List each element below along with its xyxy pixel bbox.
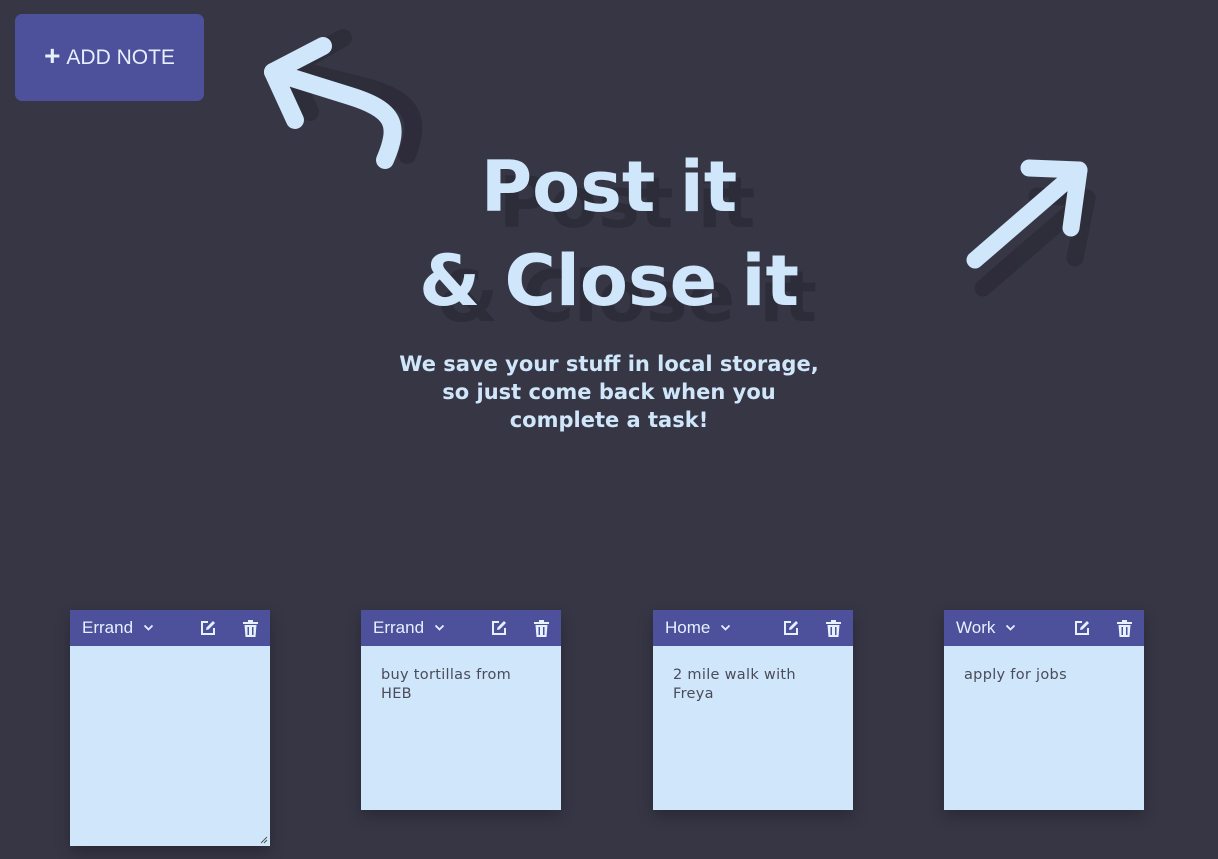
category-select[interactable]: Work	[956, 618, 1016, 638]
edit-icon[interactable]	[490, 619, 508, 637]
category-label: Errand	[373, 618, 425, 637]
category-label: Work	[956, 618, 996, 637]
note-card: Home 2 mile walk with Freya	[653, 610, 853, 810]
add-note-button[interactable]: + ADD NOTE	[15, 14, 204, 101]
add-note-label: ADD NOTE	[66, 45, 175, 69]
edit-icon[interactable]	[782, 619, 800, 637]
note-content[interactable]: apply for jobs	[944, 646, 1144, 810]
resize-handle-icon[interactable]	[260, 836, 268, 844]
trash-icon[interactable]	[826, 619, 841, 637]
chevron-down-icon	[720, 624, 731, 632]
note-header: Home	[653, 610, 853, 646]
note-card: Errand buy tortillas from HEB	[361, 610, 561, 810]
trash-icon[interactable]	[534, 619, 549, 637]
note-text: 2 mile walk with Freya	[673, 667, 796, 702]
note-textarea[interactable]	[70, 646, 270, 846]
note-card: Work apply for jobs	[944, 610, 1144, 810]
note-card: Errand	[70, 610, 270, 846]
trash-icon[interactable]	[243, 619, 258, 637]
title-line-1: Post it	[480, 146, 738, 228]
note-text: buy tortillas from HEB	[381, 667, 512, 702]
note-header: Errand	[70, 610, 270, 646]
note-content[interactable]: 2 mile walk with Freya	[653, 646, 853, 810]
edit-icon[interactable]	[199, 619, 217, 637]
note-content[interactable]: buy tortillas from HEB	[361, 646, 561, 810]
chevron-down-icon	[434, 624, 445, 632]
category-label: Home	[665, 618, 711, 637]
category-select[interactable]: Errand	[82, 618, 154, 638]
chevron-down-icon	[1005, 624, 1016, 632]
category-label: Errand	[82, 618, 134, 637]
page-title: Post it & Close it Post it & Close it	[359, 140, 859, 340]
plus-icon: +	[44, 40, 61, 71]
title-text: Post it & Close it	[359, 140, 859, 328]
chevron-down-icon	[143, 624, 154, 632]
trash-icon[interactable]	[1117, 619, 1132, 637]
note-header: Errand	[361, 610, 561, 646]
title-line-2: & Close it	[419, 240, 799, 322]
edit-icon[interactable]	[1073, 619, 1091, 637]
category-select[interactable]: Home	[665, 618, 731, 638]
note-header: Work	[944, 610, 1144, 646]
category-select[interactable]: Errand	[373, 618, 445, 638]
subtitle: We save your stuff in local storage, so …	[399, 352, 819, 432]
hero: Post it & Close it Post it & Close it We…	[0, 140, 1218, 434]
note-text: apply for jobs	[964, 667, 1067, 683]
